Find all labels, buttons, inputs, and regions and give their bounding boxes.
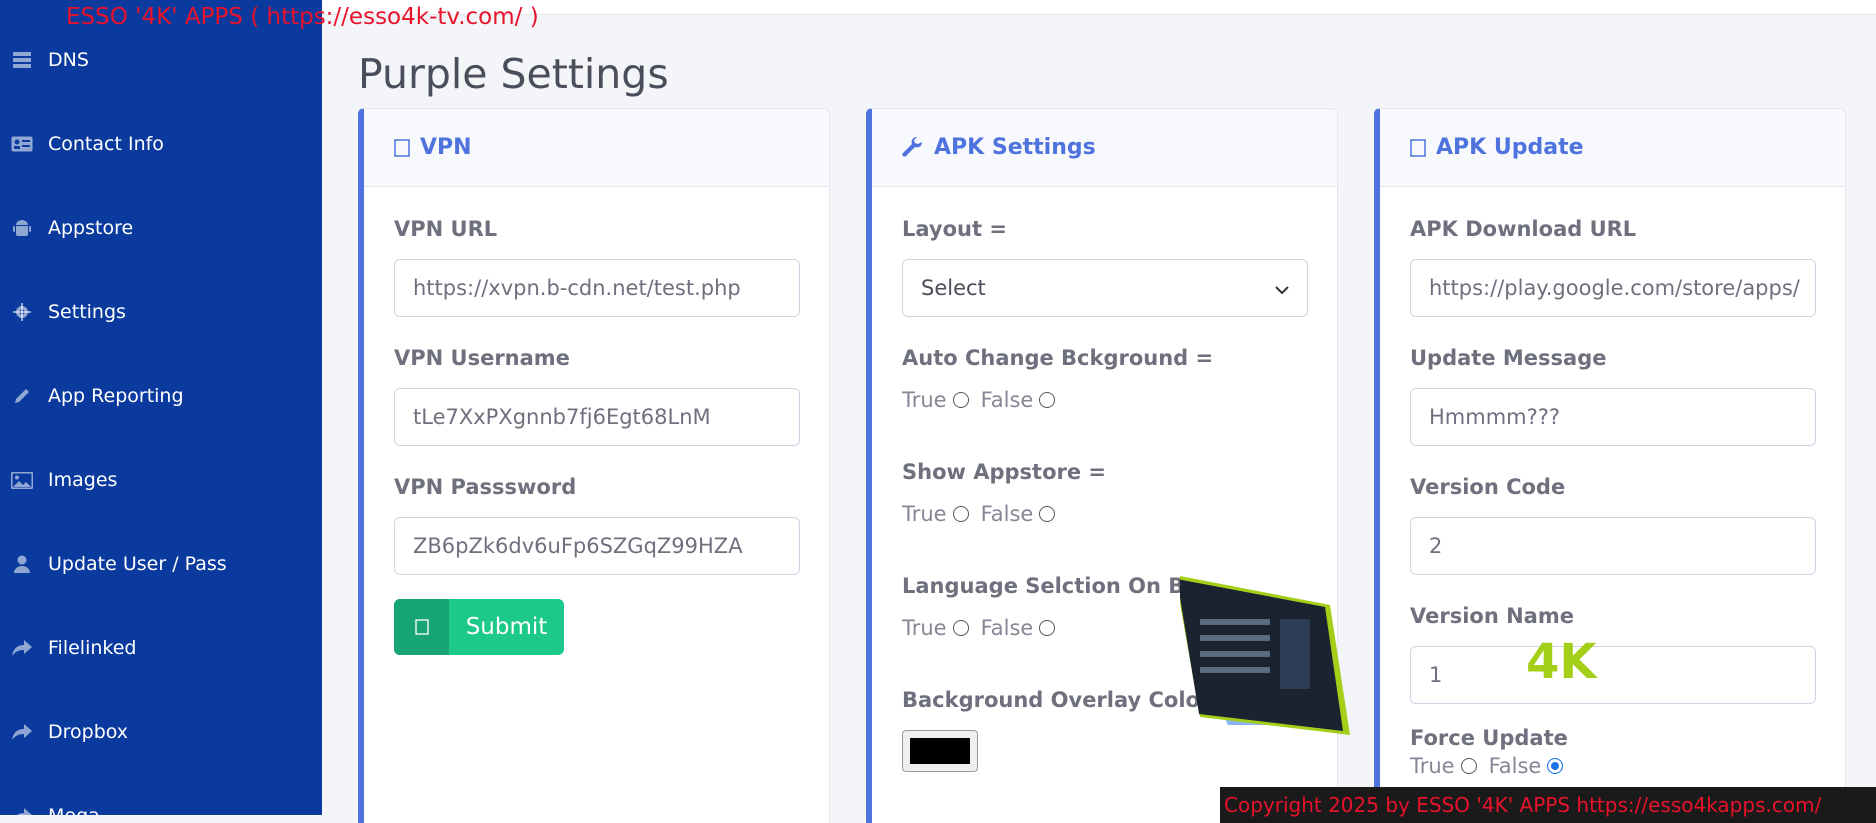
sidebar-item-label: Filelinked <box>48 637 137 659</box>
force-update-false-radio[interactable] <box>1547 758 1564 774</box>
share-icon <box>10 640 34 656</box>
version-code-input[interactable]: 2 <box>1410 517 1816 575</box>
submit-button[interactable]: Submit <box>394 599 564 655</box>
sidebar-item-contact-info[interactable]: Contact Info <box>0 114 322 174</box>
auto-bg-true-radio[interactable] <box>952 392 969 408</box>
user-icon <box>10 555 34 573</box>
download-url-label: APK Download URL <box>1410 217 1637 241</box>
card-header: VPN <box>364 109 829 187</box>
language-true-radio[interactable] <box>952 620 969 636</box>
force-update-true-radio[interactable] <box>1460 758 1477 774</box>
vpn-url-label: VPN URL <box>394 217 498 241</box>
sidebar-item-label: DNS <box>48 49 89 71</box>
false-label: False <box>980 616 1034 640</box>
card-header: APK Update <box>1380 109 1845 187</box>
watermark-banner: ESSO '4K' APPS ( https://esso4k-tv.com/ … <box>66 4 539 30</box>
save-icon <box>394 599 449 655</box>
download-url-input[interactable]: https://play.google.com/store/apps/ <box>1410 259 1816 317</box>
wrench-icon <box>902 136 924 159</box>
sidebar-item-label: Mega <box>48 805 100 815</box>
watermark-monitor-logo <box>1175 575 1380 755</box>
sidebar-item-dns[interactable]: DNS <box>0 30 322 90</box>
vpn-password-label: VPN Passsword <box>394 475 577 499</box>
sidebar-item-mega[interactable]: Mega <box>0 786 322 815</box>
true-label: True <box>902 616 947 640</box>
force-update-label: Force Update <box>1410 726 1568 750</box>
show-appstore-true-radio[interactable] <box>952 506 969 522</box>
true-label: True <box>902 502 947 526</box>
false-label: False <box>980 502 1034 526</box>
sidebar-item-dropbox[interactable]: Dropbox <box>0 702 322 762</box>
vpn-username-input[interactable]: tLe7XxPXgnnb7fj6Egt68LnM <box>394 388 800 446</box>
show-appstore-radio-group: True False <box>902 502 1308 526</box>
vpn-password-input[interactable]: ZB6pZk6dv6uFp6SZGqZ99HZA <box>394 517 800 575</box>
sidebar-item-label: Images <box>48 469 118 491</box>
version-name-label: Version Name <box>1410 604 1574 628</box>
top-bar <box>322 0 1876 15</box>
vpn-username-label: VPN Username <box>394 346 570 370</box>
server-icon <box>10 51 34 69</box>
version-name-input[interactable]: 1 <box>1410 646 1816 704</box>
version-code-label: Version Code <box>1410 475 1566 499</box>
update-message-label: Update Message <box>1410 346 1607 370</box>
share-icon <box>10 808 34 815</box>
gear-icon <box>10 303 34 321</box>
globe-icon <box>394 138 410 157</box>
android-icon <box>10 218 34 238</box>
apk-update-card: APK Update APK Download URL https://play… <box>1374 108 1846 823</box>
show-appstore-false-radio[interactable] <box>1039 506 1056 522</box>
sidebar-item-update-user-pass[interactable]: Update User / Pass <box>0 534 322 594</box>
update-message-input[interactable]: Hmmmm??? <box>1410 388 1816 446</box>
sidebar-item-settings[interactable]: Settings <box>0 282 322 342</box>
sidebar-item-label: Appstore <box>48 217 134 239</box>
sidebar-item-appstore[interactable]: Appstore <box>0 198 322 258</box>
true-label: True <box>1410 754 1455 778</box>
auto-bg-false-radio[interactable] <box>1039 392 1056 408</box>
false-label: False <box>980 388 1034 412</box>
sidebar-item-images[interactable]: Images <box>0 450 322 510</box>
sidebar-item-label: Settings <box>48 301 126 323</box>
true-label: True <box>902 388 947 412</box>
sidebar: DNS Contact Info Appstore Settings App R… <box>0 0 322 815</box>
layout-select[interactable]: Select <box>902 259 1308 317</box>
page-title: Purple Settings <box>358 50 669 98</box>
pencil-icon <box>10 387 34 405</box>
colour-swatch <box>910 738 970 764</box>
watermark-4k-badge: 4K <box>1526 634 1597 690</box>
sidebar-item-label: Update User / Pass <box>48 553 227 575</box>
sidebar-item-filelinked[interactable]: Filelinked <box>0 618 322 678</box>
sidebar-item-label: Dropbox <box>48 721 129 743</box>
false-label: False <box>1488 754 1542 778</box>
chevron-down-icon <box>1275 276 1289 300</box>
download-icon <box>1410 138 1426 157</box>
card-title: APK Settings <box>934 135 1096 160</box>
share-icon <box>10 724 34 740</box>
auto-bg-label: Auto Change Bckground = <box>902 346 1214 370</box>
card-title: APK Update <box>1436 135 1584 160</box>
sidebar-item-label: Contact Info <box>48 133 164 155</box>
card-title: VPN <box>420 135 472 160</box>
image-icon <box>10 471 34 489</box>
show-appstore-label: Show Appstore = <box>902 460 1107 484</box>
copyright-footer: Copyright 2025 by ESSO '4K' APPS https:/… <box>1220 787 1876 823</box>
sidebar-item-app-reporting[interactable]: App Reporting <box>0 366 322 426</box>
overlay-colour-picker[interactable] <box>902 730 978 772</box>
vpn-card: VPN VPN URL https://xvpn.b-cdn.net/test.… <box>358 108 830 823</box>
layout-label: Layout = <box>902 217 1007 241</box>
layout-select-value: Select <box>921 276 986 300</box>
submit-label: Submit <box>465 614 548 640</box>
auto-bg-radio-group: True False <box>902 388 1308 412</box>
vpn-url-input[interactable]: https://xvpn.b-cdn.net/test.php <box>394 259 800 317</box>
card-header: APK Settings <box>872 109 1337 187</box>
id-card-icon <box>10 136 34 152</box>
language-false-radio[interactable] <box>1039 620 1056 636</box>
sidebar-item-label: App Reporting <box>48 385 184 407</box>
force-update-radio-group: True False <box>1410 754 1816 778</box>
